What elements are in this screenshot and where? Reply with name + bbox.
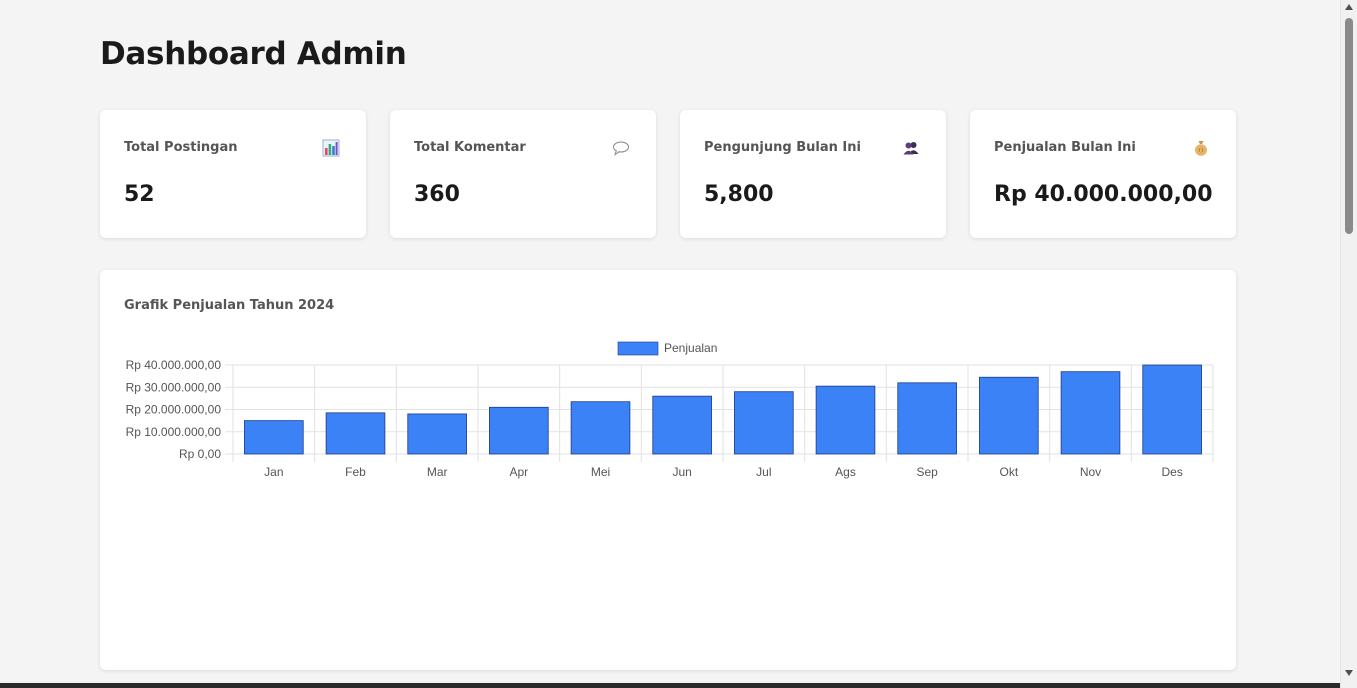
bar-chart-icon <box>322 139 340 157</box>
window-bottom-edge <box>0 683 1340 688</box>
x-tick-label: Jan <box>264 465 283 479</box>
x-tick-label: Feb <box>345 465 366 479</box>
y-tick-label: Rp 30.000.000,00 <box>126 380 222 394</box>
stat-card-sales: Penjualan Bulan Ini Rp 40.000.000,00 <box>970 110 1236 238</box>
x-tick-label: Mei <box>591 465 610 479</box>
scroll-down-arrow-icon[interactable] <box>1345 670 1353 676</box>
scrollbar-thumb[interactable] <box>1345 18 1353 234</box>
x-tick-label: Mar <box>427 465 448 479</box>
y-tick-label: Rp 10.000.000,00 <box>126 425 222 439</box>
stat-value: 52 <box>124 182 155 207</box>
scroll-up-arrow-icon[interactable] <box>1345 4 1353 10</box>
bar-sep <box>897 382 957 455</box>
x-tick-label: Apr <box>509 465 528 479</box>
vertical-scrollbar[interactable] <box>1340 0 1357 688</box>
x-tick-label: Okt <box>999 465 1018 479</box>
stat-label: Pengunjung Bulan Ini <box>704 140 861 155</box>
x-tick-label: Jun <box>672 465 691 479</box>
y-tick-label: Rp 0,00 <box>179 447 221 461</box>
bar-jun <box>652 395 712 455</box>
stat-card-visitors: Pengunjung Bulan Ini 5,800 <box>680 110 946 238</box>
bar-mar <box>407 413 467 455</box>
dashboard-page: Dashboard Admin Total Postingan 52 Total… <box>0 0 1340 688</box>
bar-ags <box>815 385 876 455</box>
stat-label: Total Komentar <box>414 140 526 155</box>
people-icon <box>902 139 920 157</box>
bar-nov <box>1060 371 1121 455</box>
stat-label: Penjualan Bulan Ini <box>994 140 1136 155</box>
sales-bar-chart: Rp 0,00 Rp 10.000.000,00 Rp 20.000.000,00 R… <box>126 341 1214 479</box>
bar-okt <box>979 376 1039 455</box>
x-tick-label: Sep <box>916 465 938 479</box>
page-title: Dashboard Admin <box>100 36 407 72</box>
stat-value: Rp 40.000.000,00 <box>994 182 1213 207</box>
stat-label: Total Postingan <box>124 140 238 155</box>
y-tick-label: Rp 20.000.000,00 <box>126 403 222 417</box>
bar-apr <box>489 406 549 455</box>
sales-chart-card: Grafik Penjualan Tahun 2024 Rp 0,00 Rp 10… <box>100 270 1236 670</box>
x-tick-label: Jul <box>756 465 771 479</box>
stat-card-comments: Total Komentar 360 <box>390 110 656 238</box>
y-tick-label: Rp 40.000.000,00 <box>126 358 222 372</box>
x-tick-label: Ags <box>835 465 856 479</box>
bar-feb <box>325 412 386 455</box>
bar-mei <box>570 401 631 455</box>
money-bag-icon <box>1192 139 1210 157</box>
speech-bubble-icon <box>612 139 630 157</box>
stat-value: 360 <box>414 182 460 207</box>
bar-jan <box>244 420 304 455</box>
legend-label: Penjualan <box>664 341 717 355</box>
bar-des <box>1142 364 1202 455</box>
x-tick-label: Nov <box>1080 465 1101 479</box>
x-tick-label: Des <box>1161 465 1182 479</box>
bar-jul <box>734 391 794 455</box>
stat-value: 5,800 <box>704 182 774 207</box>
stat-card-posts: Total Postingan 52 <box>100 110 366 238</box>
legend-swatch <box>617 341 659 356</box>
